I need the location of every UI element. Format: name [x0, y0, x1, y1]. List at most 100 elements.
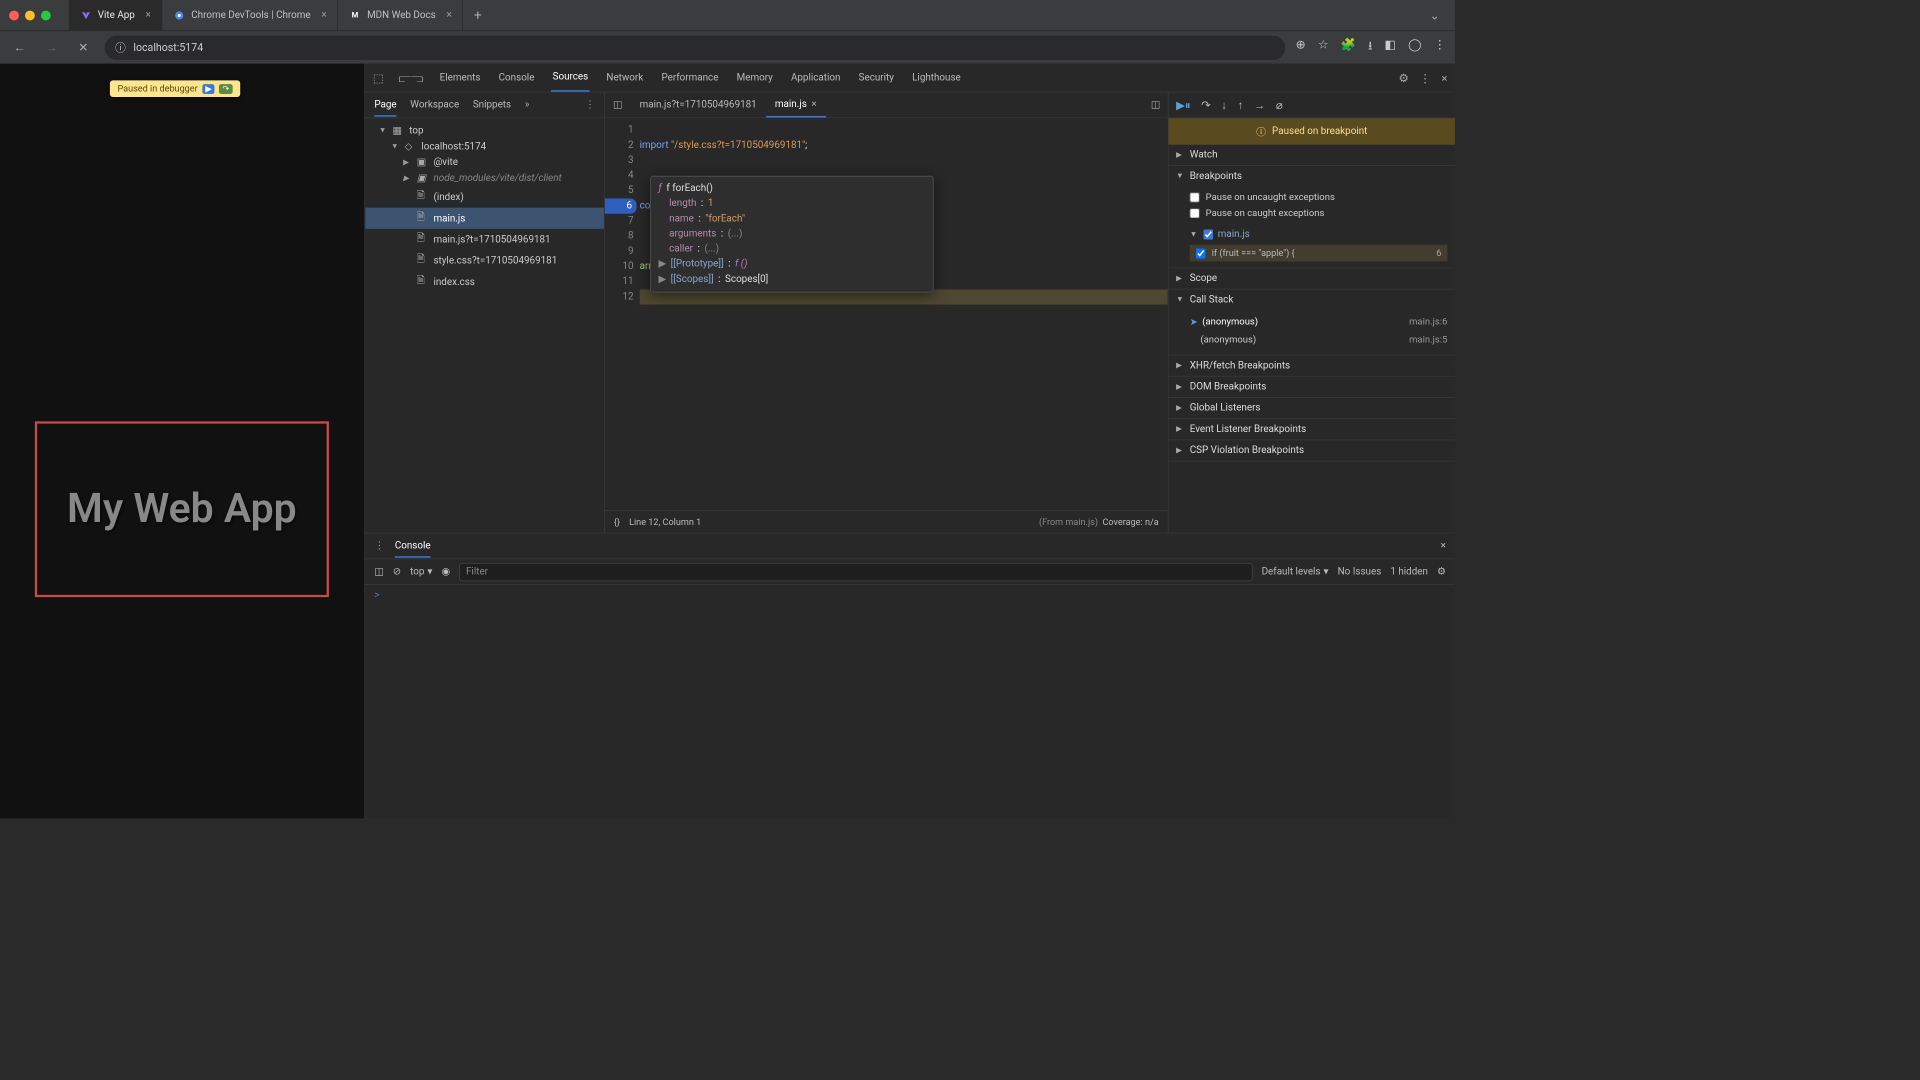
editor-statusbar: {} Line 12, Column 1 (From main.js) Cove… [605, 510, 1168, 533]
toggle-navigator-icon[interactable]: ◫ [605, 99, 631, 110]
profile-icon[interactable]: ◯ [1408, 37, 1422, 57]
section-breakpoints[interactable]: ▼Breakpoints [1169, 166, 1455, 186]
reload-button[interactable]: ✕ [73, 37, 94, 58]
pause-uncaught-checkbox[interactable] [1190, 192, 1200, 202]
file-tree: ▼▦top ▼◇localhost:5174 ▶▣@vite ▶▣node_mo… [365, 118, 604, 533]
browser-tab-devtools[interactable]: Chrome DevTools | Chrome × [162, 0, 338, 30]
browser-tab-vite[interactable]: Vite App × [69, 0, 162, 30]
more-icon[interactable]: ⋮ [1419, 71, 1430, 85]
live-expression-icon[interactable]: ◉ [441, 566, 450, 577]
pause-caught-checkbox[interactable] [1190, 208, 1200, 218]
tree-file-mainjs[interactable]: 🗎main.js [365, 208, 604, 229]
tree-host[interactable]: ▼◇localhost:5174 [365, 139, 604, 155]
tab-lighthouse[interactable]: Lighthouse [911, 64, 963, 92]
tree-file-stylecss[interactable]: 🗎style.css?t=1710504969181 [365, 250, 604, 271]
section-global[interactable]: ▶Global Listeners [1169, 398, 1455, 418]
section-csp[interactable]: ▶CSP Violation Breakpoints [1169, 440, 1455, 460]
section-watch[interactable]: ▶Watch [1169, 145, 1455, 165]
section-xhr[interactable]: ▶XHR/fetch Breakpoints [1169, 355, 1455, 375]
close-devtools-icon[interactable]: × [1441, 71, 1447, 85]
subtab-page[interactable]: Page [374, 99, 396, 116]
drawer-tab-console[interactable]: Console [395, 540, 431, 557]
tab-elements[interactable]: Elements [438, 64, 482, 92]
more-tabs-icon[interactable]: » [525, 99, 530, 110]
chevron-down-icon[interactable]: ⌄ [1430, 8, 1446, 22]
step-out-button[interactable]: ↑ [1238, 98, 1244, 112]
tree-top[interactable]: ▼▦top [365, 123, 604, 139]
breakpoint-checkbox[interactable] [1196, 248, 1206, 258]
section-event[interactable]: ▶Event Listener Breakpoints [1169, 419, 1455, 439]
tab-application[interactable]: Application [789, 64, 842, 92]
console-settings-icon[interactable]: ⚙ [1437, 566, 1446, 577]
step-into-button[interactable]: ↓ [1221, 98, 1227, 112]
browser-tab-mdn[interactable]: M MDN Web Docs × [338, 0, 463, 30]
site-info-icon[interactable]: ⓘ [115, 40, 126, 55]
bookmark-icon[interactable]: ☆ [1318, 37, 1329, 57]
pause-reason-banner: ⓘ Paused on breakpoint [1169, 118, 1455, 145]
breakpoint-entry[interactable]: if (fruit === "apple") { 6 [1190, 245, 1448, 262]
log-levels-selector[interactable]: Default levels ▾ [1262, 566, 1329, 577]
new-tab-button[interactable]: + [463, 7, 492, 23]
tab-sources[interactable]: Sources [551, 64, 590, 92]
settings-icon[interactable]: ⚙ [1399, 71, 1409, 85]
forward-button[interactable]: → [41, 37, 62, 58]
menu-icon[interactable]: ⋮ [1434, 37, 1446, 57]
minimize-window-button[interactable] [25, 10, 35, 20]
deactivate-breakpoints-button[interactable]: ⌀ [1276, 98, 1283, 112]
address-bar[interactable]: ⓘ localhost:5174 [105, 35, 1285, 59]
search-icon[interactable]: ⊕ [1296, 37, 1306, 57]
subtab-snippets[interactable]: Snippets [473, 99, 511, 110]
download-icon[interactable]: ⭳ [1368, 37, 1372, 57]
close-window-button[interactable] [9, 10, 19, 20]
close-tab-icon[interactable]: × [446, 9, 452, 21]
resume-overlay-button[interactable]: ▶ [202, 84, 214, 94]
callstack-frame[interactable]: ➤(anonymous)main.js:6 [1190, 313, 1448, 331]
callstack-frame[interactable]: (anonymous)main.js:5 [1190, 331, 1448, 348]
context-selector[interactable]: top ▾ [410, 566, 432, 577]
section-dom[interactable]: ▶DOM Breakpoints [1169, 377, 1455, 397]
tree-file-index[interactable]: 🗎(index) [365, 186, 604, 207]
toggle-sidebar-icon[interactable]: ◫ [1151, 99, 1160, 110]
editor-tab-mainjs[interactable]: main.js× [766, 92, 826, 117]
section-callstack[interactable]: ▼Call Stack [1169, 289, 1455, 309]
tab-console[interactable]: Console [497, 64, 536, 92]
more-icon[interactable]: ⋮ [585, 99, 595, 110]
coverage-label: Coverage: n/a [1103, 516, 1159, 527]
drawer-menu-icon[interactable]: ⋮ [374, 540, 384, 551]
sidebar-toggle-icon[interactable]: ◫ [374, 566, 383, 577]
bp-file-group[interactable]: ▼ main.js [1190, 224, 1448, 244]
close-tab-icon[interactable]: × [321, 9, 327, 21]
tab-memory[interactable]: Memory [735, 64, 774, 92]
tab-network[interactable]: Network [605, 64, 645, 92]
tree-file-mainjs-ts[interactable]: 🗎main.js?t=1710504969181 [365, 229, 604, 250]
extensions-icon[interactable]: 🧩 [1341, 37, 1356, 57]
step-overlay-button[interactable]: ↷ [219, 84, 232, 94]
tree-file-indexcss[interactable]: 🗎index.css [365, 271, 604, 292]
step-button[interactable]: → [1254, 98, 1265, 112]
device-toggle-icon[interactable]: ⫍⫎ [399, 71, 423, 85]
close-tab-icon[interactable]: × [811, 99, 816, 110]
code-editor[interactable]: 123456789101112 import "/style.css?t=171… [605, 118, 1168, 510]
console-output[interactable]: > [365, 585, 1455, 818]
close-tab-icon[interactable]: × [145, 9, 151, 21]
tree-vite-folder[interactable]: ▶▣@vite [365, 155, 604, 171]
section-scope[interactable]: ▶Scope [1169, 268, 1455, 288]
clear-console-icon[interactable]: ⊘ [393, 566, 401, 577]
inspect-icon[interactable]: ⬚ [373, 71, 384, 85]
format-icon[interactable]: {} [614, 516, 620, 527]
resume-button[interactable]: ▶⏸ [1176, 98, 1190, 112]
issues-indicator[interactable]: No Issues [1338, 566, 1382, 577]
tree-nodemodules[interactable]: ▶▣node_modules/vite/dist/client [365, 171, 604, 187]
console-filter-input[interactable]: Filter [459, 563, 1252, 581]
subtab-workspace[interactable]: Workspace [410, 99, 459, 110]
sidepanel-icon[interactable]: ◧ [1384, 37, 1395, 57]
step-over-button[interactable]: ↷ [1201, 98, 1211, 112]
tab-security[interactable]: Security [857, 64, 895, 92]
line-gutter[interactable]: 123456789101112 [605, 118, 640, 510]
close-drawer-icon[interactable]: × [1441, 540, 1446, 551]
bp-file-checkbox[interactable] [1203, 230, 1213, 240]
back-button[interactable]: ← [9, 37, 30, 58]
maximize-window-button[interactable] [41, 10, 51, 20]
tab-performance[interactable]: Performance [660, 64, 720, 92]
editor-tab-mainjs-ts[interactable]: main.js?t=1710504969181 [630, 92, 765, 117]
